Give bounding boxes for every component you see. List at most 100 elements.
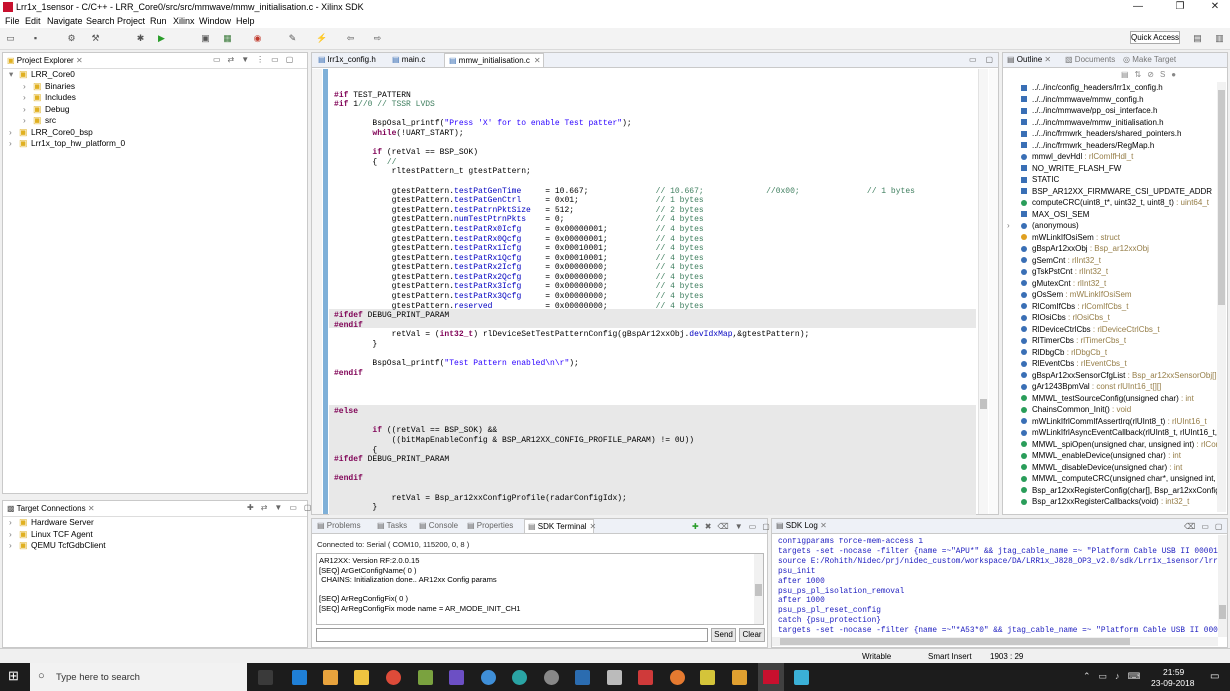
menu-xilinx[interactable]: Xilinx: [173, 16, 195, 26]
highlight-icon[interactable]: ⚡: [316, 33, 327, 44]
terminal-scrollbar[interactable]: [754, 554, 763, 624]
minimize-button[interactable]: —: [1123, 0, 1153, 14]
close-icon[interactable]: ✕: [88, 504, 95, 513]
notifications-icon[interactable]: ▭: [1210, 671, 1219, 682]
console-tab[interactable]: ▤ Properties: [464, 519, 522, 533]
pen-icon[interactable]: ✎: [287, 33, 298, 44]
outline-item[interactable]: MMWL_spiOpen(unsigned char, unsigned int…: [1007, 439, 1217, 451]
sdk-log-text[interactable]: configparams force-mem-access 1 targets -…: [778, 538, 1218, 638]
calculator-icon[interactable]: [607, 670, 622, 685]
outline-item[interactable]: MMWL_enableDevice(unsigned char) : int: [1007, 450, 1217, 462]
outline-item[interactable]: RlComIfCbs : rlComIfCbs_t: [1007, 301, 1217, 313]
close-icon[interactable]: ✕: [534, 56, 541, 65]
expand-arrow-icon[interactable]: ›: [1007, 220, 1021, 232]
store-icon[interactable]: [323, 670, 338, 685]
tree-item[interactable]: › ▣ Debug: [9, 104, 125, 116]
outline-scroll-thumb[interactable]: [1218, 90, 1225, 305]
maximize-button[interactable]: ❐: [1165, 0, 1195, 14]
close-icon[interactable]: ✕: [76, 56, 83, 65]
tree-item[interactable]: ▾ ▣ LRR_Core0: [9, 69, 125, 81]
run-icon[interactable]: ▶: [156, 33, 167, 44]
console-tab[interactable]: ▤ SDK Terminal ✕: [524, 519, 597, 533]
outline-item[interactable]: RlTimerCbs : rlTimerCbs_t: [1007, 335, 1217, 347]
outline-item[interactable]: gBspAr12xxObj : Bsp_ar12xxObj: [1007, 243, 1217, 255]
outline-item[interactable]: RlDbgCb : rlDbgCb_t: [1007, 347, 1217, 359]
outline-item[interactable]: gTskPstCnt : rlInt32_t: [1007, 266, 1217, 278]
close-icon[interactable]: ✕: [1044, 55, 1051, 64]
outline-item[interactable]: mWLinkIfrlCommIfAssertIrq(rlUInt8_t) : r…: [1007, 416, 1217, 428]
expand-arrow-icon[interactable]: ›: [23, 104, 33, 116]
outline-item[interactable]: mWLinkIfrlAsyncEventCallback(rlUInt8_t, …: [1007, 427, 1217, 439]
cpp-perspective-icon[interactable]: ▥: [1214, 33, 1225, 44]
outline-item[interactable]: gAr1243BpmVal : const rlUInt16_t[][]: [1007, 381, 1217, 393]
make-target-tab[interactable]: ◎ Make Target: [1123, 53, 1176, 67]
app-icon-yellow[interactable]: [732, 670, 747, 685]
app-icon-gray[interactable]: [544, 670, 559, 685]
outline-tab[interactable]: ▤ Outline ✕: [1007, 53, 1051, 67]
outline-item[interactable]: gSemCnt : rlInt32_t: [1007, 255, 1217, 267]
close-icon[interactable]: ✕: [820, 521, 827, 530]
terminal-send-input[interactable]: [316, 628, 708, 642]
target-item[interactable]: › ▣ QEMU TcfGdbClient: [9, 540, 106, 552]
expand-arrow-icon[interactable]: ›: [9, 540, 19, 552]
expand-arrow-icon[interactable]: ›: [9, 138, 19, 150]
sdk-log-scrollbar[interactable]: [1218, 535, 1227, 637]
terminal-view-icons[interactable]: ✚✖⌫▼▭▢: [692, 522, 776, 531]
expand-arrow-icon[interactable]: ›: [23, 81, 33, 93]
expand-arrow-icon[interactable]: ▾: [9, 69, 19, 81]
taskbar-search-box[interactable]: ○ Type here to search: [30, 663, 247, 691]
terminal-output[interactable]: AR12XX: Version RF:2.0.0.15 [SEQ] ArGetCo…: [316, 553, 764, 625]
sdk-log-scroll-thumb[interactable]: [1219, 605, 1226, 619]
perspective-icon[interactable]: ▤: [1192, 33, 1203, 44]
editor-tab[interactable]: ▤ mmw_initialisation.c ✕: [444, 53, 544, 67]
close-icon[interactable]: ✕: [590, 522, 597, 531]
program-fpga-icon[interactable]: ▦: [222, 33, 233, 44]
send-button[interactable]: Send: [711, 628, 736, 642]
outline-item[interactable]: mmwl_devHdl : rlComIfHdl_t: [1007, 151, 1217, 163]
system-tray-icons[interactable]: ⌃▭♪⌨: [1083, 671, 1149, 682]
visual-studio-icon[interactable]: [449, 670, 464, 685]
outline-item[interactable]: gMutexCnt : rlInt32_t: [1007, 278, 1217, 290]
outline-item[interactable]: ../../inc/config_headers/lrr1x_config.h: [1007, 82, 1217, 94]
documents-tab[interactable]: ▧ Documents: [1065, 53, 1115, 67]
explorer-icon[interactable]: [354, 670, 369, 685]
menu-file[interactable]: File: [5, 16, 20, 26]
target-item[interactable]: › ▣ Linux TCF Agent: [9, 529, 106, 541]
target-view-icons[interactable]: ✚⇄▼▭▢: [247, 503, 318, 512]
outline-item[interactable]: mWLinkIfOsiSem : struct: [1007, 232, 1217, 244]
expand-arrow-icon[interactable]: ›: [23, 92, 33, 104]
outline-item[interactable]: MAX_OSI_SEM: [1007, 209, 1217, 221]
save-icon[interactable]: ▪: [30, 33, 41, 44]
outline-item[interactable]: ../../inc/mmwave/pp_osi_interface.h: [1007, 105, 1217, 117]
build-icon[interactable]: ⚙: [66, 33, 77, 44]
tree-item[interactable]: › ▣ Binaries: [9, 81, 125, 93]
outline-scrollbar[interactable]: [1217, 82, 1226, 512]
sdk-log-hscroll-thumb[interactable]: [780, 638, 1130, 645]
outline-item[interactable]: RlDeviceCtrlCbs : rlDeviceCtrlCbs_t: [1007, 324, 1217, 336]
outline-item[interactable]: Bsp_ar12xxRegisterConfig(char[], Bsp_ar1…: [1007, 485, 1217, 497]
tree-item[interactable]: › ▣ src: [9, 115, 125, 127]
menu-help[interactable]: Help: [236, 16, 255, 26]
editor-view-icons[interactable]: ▭▢: [969, 55, 1002, 64]
scroll-thumb[interactable]: [980, 399, 987, 409]
clear-button[interactable]: Clear: [739, 628, 765, 642]
outline-item[interactable]: ../../inc/mmwave/mmw_config.h: [1007, 94, 1217, 106]
expand-arrow-icon[interactable]: ›: [9, 529, 19, 541]
windows-start-icon[interactable]: ⊞: [8, 669, 22, 683]
close-button[interactable]: ✕: [1200, 0, 1230, 14]
console-tab[interactable]: ▤ Console: [416, 519, 462, 533]
chrome-icon[interactable]: [386, 670, 401, 685]
terminal-icon[interactable]: ▣: [200, 33, 211, 44]
app-icon-teal[interactable]: [512, 670, 527, 685]
expand-arrow-icon[interactable]: ›: [9, 127, 19, 139]
menu-search[interactable]: Search: [86, 16, 115, 26]
back-icon[interactable]: ⇦: [345, 33, 356, 44]
outline-item[interactable]: ../../inc/mmwave/mmw_initialisation.h: [1007, 117, 1217, 129]
forward-icon[interactable]: ⇨: [372, 33, 383, 44]
sdk-log-tab[interactable]: ▤ SDK Log ✕: [776, 519, 827, 533]
console-tab[interactable]: ▤ Problems: [314, 519, 372, 533]
outline-item[interactable]: RlOsiCbs : rlOsiCbs_t: [1007, 312, 1217, 324]
target-connections-tab[interactable]: ▩ Target Connections ✕: [7, 502, 95, 516]
sdk-taskbar-button[interactable]: [758, 663, 784, 691]
sdk-log-hscrollbar[interactable]: [772, 637, 1218, 646]
